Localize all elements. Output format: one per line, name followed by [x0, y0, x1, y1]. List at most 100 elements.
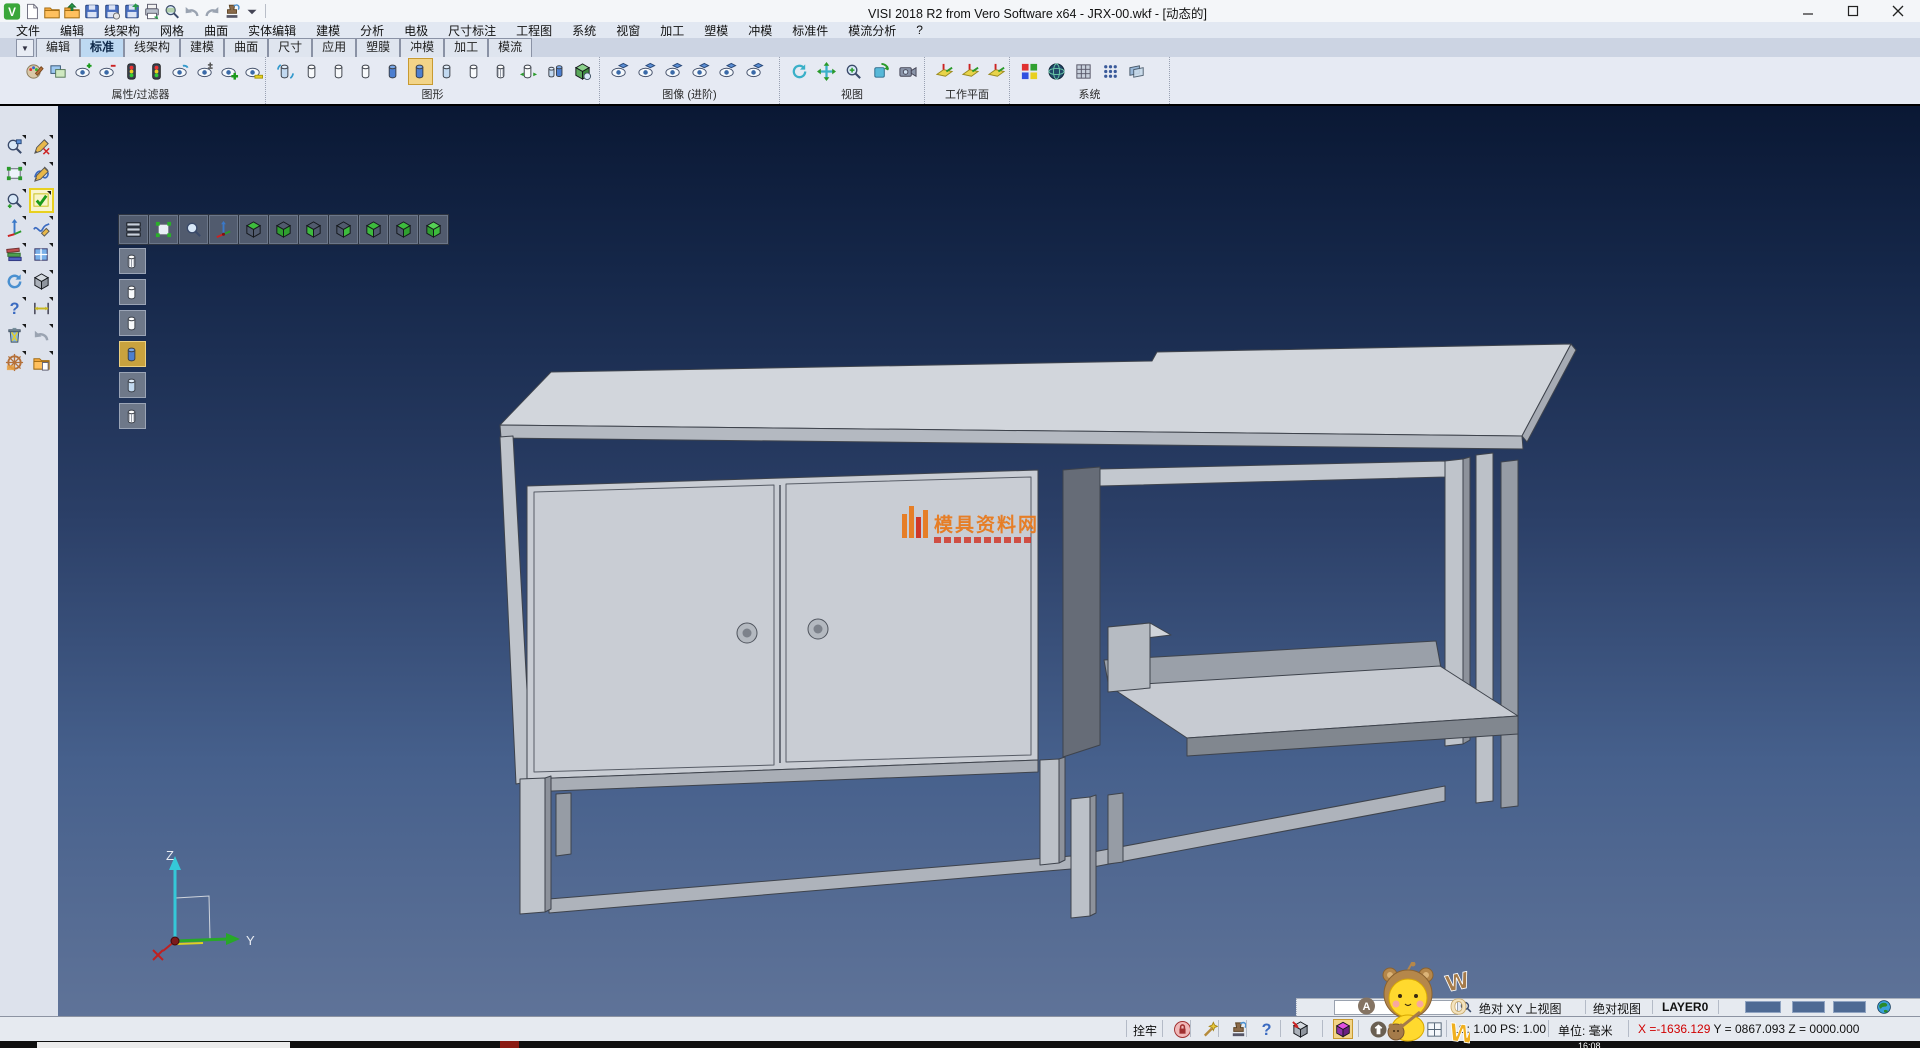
cube-left-icon[interactable] [299, 215, 328, 244]
eye-add-icon[interactable] [72, 58, 94, 85]
cube-back-icon[interactable] [389, 215, 418, 244]
wave-pencil-icon[interactable] [29, 215, 54, 240]
stamp-icon[interactable] [1228, 1019, 1248, 1039]
lock-red-icon[interactable] [1172, 1019, 1192, 1039]
spline-pencil-icon[interactable] [29, 161, 54, 186]
stamp-icon[interactable] [223, 2, 241, 20]
cyl-outline-4-icon[interactable] [462, 58, 487, 85]
viewport-3d[interactable]: 模具资料网 Z Y [58, 106, 1920, 1016]
zoom-window-icon[interactable] [2, 161, 27, 186]
tab-冲模[interactable]: 冲模 [400, 38, 444, 57]
adv-film-icon[interactable] [688, 58, 713, 85]
redo-icon[interactable] [203, 2, 221, 20]
menu-2[interactable]: 线架构 [94, 22, 150, 39]
tab-线架构[interactable]: 线架构 [124, 38, 180, 57]
render-outline-cyl-icon[interactable] [119, 310, 146, 336]
menu-13[interactable]: 加工 [650, 22, 694, 39]
erase-pencil-icon[interactable] [29, 134, 54, 159]
solid-cube-icon[interactable] [29, 269, 54, 294]
zoom-parts-icon[interactable] [2, 134, 27, 159]
view-pan-icon[interactable] [814, 58, 839, 85]
menu-4[interactable]: 曲面 [194, 22, 238, 39]
cyl-pair-icon[interactable] [543, 58, 568, 85]
adv-brush-cyl-icon[interactable] [742, 58, 767, 85]
wand-icon[interactable] [1200, 1019, 1220, 1039]
view-camera-icon[interactable] [895, 58, 920, 85]
system-screen-icon[interactable] [1125, 58, 1150, 85]
regen-refresh-icon[interactable] [2, 269, 27, 294]
cube-right-icon[interactable] [329, 215, 358, 244]
system-colors-icon[interactable] [1017, 58, 1042, 85]
cyl-blue-selected-icon[interactable] [408, 58, 433, 85]
image-gallery-icon[interactable] [47, 58, 69, 85]
cyl-outline-3-icon[interactable] [354, 58, 379, 85]
cyl-regen-icon[interactable] [273, 58, 298, 85]
move-origin-icon[interactable] [2, 215, 27, 240]
dropdown-icon[interactable] [243, 2, 261, 20]
eye-plus-minus-icon[interactable] [194, 58, 216, 85]
adv-eye-cyl-icon[interactable] [634, 58, 659, 85]
question-icon[interactable]: ? [1256, 1019, 1276, 1039]
new-doc-icon[interactable] [23, 2, 41, 20]
save-as-icon[interactable] [103, 2, 121, 20]
menu-0[interactable]: 文件 [6, 22, 50, 39]
menu-15[interactable]: 冲模 [738, 22, 782, 39]
menu-14[interactable]: 塑模 [694, 22, 738, 39]
absolute-xy-view-label[interactable]: 绝对 XY 上视图 [1479, 1000, 1561, 1017]
navigator-wheel-icon[interactable] [2, 350, 27, 375]
help-question-icon[interactable]: ? [2, 296, 27, 321]
tab-加工[interactable]: 加工 [444, 38, 488, 57]
tab-标准[interactable]: 标准 [80, 38, 124, 57]
print-icon[interactable] [143, 2, 161, 20]
cyl-outline-1-icon[interactable] [300, 58, 325, 85]
taskbar-window-preview[interactable] [37, 1042, 290, 1048]
view-regen-icon[interactable] [787, 58, 812, 85]
menu-11[interactable]: 系统 [562, 22, 606, 39]
render-hidden-cyl-icon[interactable] [119, 279, 146, 305]
cube-front-icon[interactable] [359, 215, 388, 244]
menu-1[interactable]: 编辑 [50, 22, 94, 39]
visi-logo-icon[interactable]: V [3, 2, 21, 20]
cube-top-icon[interactable] [239, 215, 268, 244]
system-globe-icon[interactable] [1044, 58, 1069, 85]
menu-12[interactable]: 视窗 [606, 22, 650, 39]
cyl-blue-1-icon[interactable] [381, 58, 406, 85]
eye-hide-minus-icon[interactable] [243, 58, 265, 85]
menu-6[interactable]: 建模 [306, 22, 350, 39]
absolute-view-label[interactable]: 绝对视图 [1593, 1000, 1641, 1017]
menu-18[interactable]: ? [906, 23, 933, 37]
measure-distance-icon[interactable] [29, 296, 54, 321]
render-mesh-cyl-icon[interactable] [119, 403, 146, 429]
window-view-icon[interactable] [29, 242, 54, 267]
tab-编辑[interactable]: 编辑 [36, 38, 80, 57]
menu-9[interactable]: 尺寸标注 [438, 22, 506, 39]
snap-point-icon[interactable] [1290, 1019, 1310, 1039]
traffic-filter-icon[interactable] [121, 58, 143, 85]
tab-塑膜[interactable]: 塑膜 [356, 38, 400, 57]
system-settings-icon[interactable] [1071, 58, 1096, 85]
delete-trash-icon[interactable] [2, 323, 27, 348]
menu-8[interactable]: 电极 [394, 22, 438, 39]
eye-remove-icon[interactable] [96, 58, 118, 85]
workplane-align-icon[interactable] [985, 58, 1009, 85]
preview-icon[interactable] [163, 2, 181, 20]
attribute-brush-icon[interactable] [23, 58, 45, 85]
import-folder-icon[interactable] [63, 2, 81, 20]
cyl-mesh-icon[interactable] [489, 58, 514, 85]
view-rotate-icon[interactable] [868, 58, 893, 85]
render-wire-cyl-icon[interactable] [119, 248, 146, 274]
close-button[interactable] [1875, 0, 1920, 22]
tab-模流[interactable]: 模流 [488, 38, 532, 57]
workplane-axis-icon[interactable] [932, 58, 956, 85]
ucs-axis-icon[interactable] [209, 215, 238, 244]
layer-list-icon[interactable] [119, 215, 148, 244]
undo-arrow-icon[interactable] [29, 323, 54, 348]
eye-refresh-icon[interactable] [169, 58, 191, 85]
snap-lock-label[interactable]: 拴牢 [1133, 1022, 1157, 1039]
traffic-filter-2-icon[interactable] [145, 58, 167, 85]
cube-bottom-icon[interactable] [269, 215, 298, 244]
menu-3[interactable]: 网格 [150, 22, 194, 39]
shade-cube-icon[interactable] [570, 58, 595, 85]
open-folder-icon[interactable] [43, 2, 61, 20]
save-icon[interactable] [83, 2, 101, 20]
